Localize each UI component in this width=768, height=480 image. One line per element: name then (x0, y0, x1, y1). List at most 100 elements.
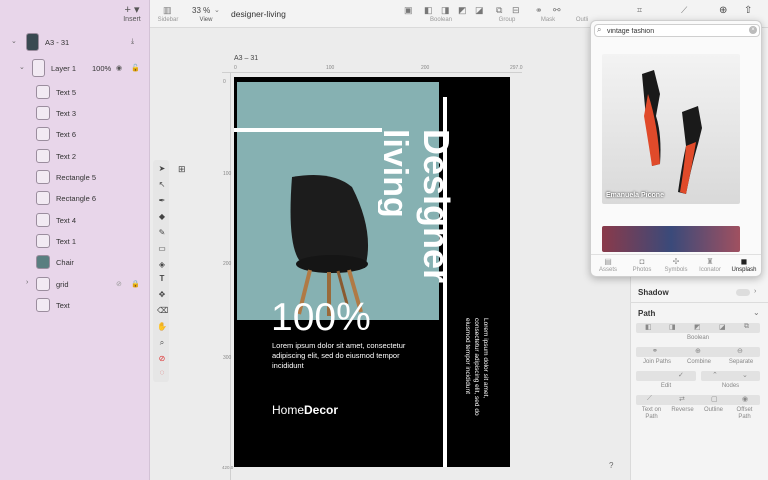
select-tool-icon[interactable]: ➤ (157, 164, 167, 173)
layer-row[interactable]: Text 1 (36, 231, 76, 251)
layer-row[interactable]: Text 6 (36, 124, 76, 144)
artboard-layer-name: A3 - 31 (45, 37, 70, 47)
sidebar-icon[interactable]: ▥ (163, 5, 172, 16)
fill-color-icon[interactable]: ⊘ (157, 354, 167, 363)
boolean-label: Boolean (429, 17, 453, 23)
text-layer-icon (36, 298, 50, 312)
tab-photos[interactable]: ◘ Photos (625, 257, 659, 273)
hidden-icon[interactable]: ⊘ (116, 280, 122, 288)
plugin-icon[interactable]: ⊕ (719, 5, 727, 16)
text-layer-icon (36, 149, 50, 163)
outline-icon[interactable]: ▢ (711, 395, 718, 403)
hand-tool-icon[interactable]: ✋ (157, 322, 167, 331)
chevron-right-icon[interactable]: › (754, 288, 756, 295)
tab-iconator[interactable]: ♜ Iconator (693, 257, 727, 273)
zoom-tool-icon[interactable]: ⌕ (157, 338, 167, 348)
artboard-label[interactable]: A3 – 31 (234, 55, 258, 62)
share-icon[interactable]: ⇧ (744, 5, 752, 16)
group-icon[interactable]: ⧉ (496, 5, 502, 16)
white-bar-horizontal[interactable] (234, 128, 382, 132)
layer-row[interactable]: Chair (36, 252, 74, 272)
reverse-icon[interactable]: ⇄ (679, 395, 685, 403)
chevron-down-icon[interactable]: ⌄ (19, 63, 25, 71)
move-tool-icon[interactable]: ✥ (157, 290, 167, 299)
node-tool-icon[interactable]: ◆ (157, 212, 167, 221)
xor-icon[interactable]: ◪ (719, 323, 726, 331)
layer-row[interactable]: Text 3 (36, 103, 76, 123)
fill-tool-icon[interactable]: ◈ (157, 260, 167, 269)
lock-icon[interactable]: 🔒 (131, 280, 140, 288)
edit-button[interactable] (636, 371, 696, 381)
tab-unsplash[interactable]: ◼ Unsplash (727, 257, 761, 273)
chevron-down-icon[interactable]: ⌄ (11, 37, 17, 45)
layer-row[interactable]: grid (36, 274, 69, 294)
chevron-down-icon[interactable]: ⌄ (753, 308, 760, 317)
title-line-2: living (378, 129, 414, 218)
layer-row[interactable]: Text 4 (36, 210, 76, 230)
pen-tool-icon[interactable]: ✒ (157, 196, 167, 205)
select-options-icon[interactable]: ⊞ (178, 164, 186, 175)
tab-label: Photos (632, 267, 652, 273)
nodes-buttons[interactable] (701, 371, 760, 381)
tab-assets[interactable]: ▤ Assets (591, 257, 625, 273)
artboard-layer[interactable]: A3 - 31 (26, 32, 69, 52)
node-icon[interactable]: ⌃ (712, 371, 718, 379)
layer-row[interactable]: Text 2 (36, 146, 76, 166)
wand-icon[interactable]: ⟋ (681, 5, 687, 16)
combine-icon[interactable]: ⊕ (695, 347, 701, 355)
insert-button[interactable]: + ▾ Insert (118, 5, 146, 24)
visibility-icon[interactable]: ◉ (116, 64, 122, 72)
help-button[interactable]: ? (609, 461, 613, 470)
union-icon[interactable]: ◧ (645, 323, 652, 331)
layer-row[interactable]: Text (36, 295, 70, 315)
offset-path-icon[interactable]: ◉ (742, 395, 748, 403)
clear-search-icon[interactable]: × (749, 26, 757, 34)
join-paths-icon[interactable]: ⚭ (652, 347, 658, 355)
subtract-icon[interactable]: ◨ (669, 323, 676, 331)
search-input[interactable] (607, 26, 747, 36)
separate-icon[interactable]: ⊖ (737, 347, 743, 355)
search-field[interactable]: ⌕ × (594, 24, 760, 37)
ruler-top: 0 100 200 297.0 (222, 64, 523, 73)
align-icon[interactable]: ▣ (404, 5, 413, 16)
photo-credit[interactable]: Emanuela Picone (606, 192, 664, 199)
union-icon[interactable]: ◧ (424, 5, 433, 16)
rectangle-tool-icon[interactable]: ▭ (157, 244, 167, 253)
body-text[interactable]: Lorem ipsum dolor sit amet, consectetur … (272, 341, 412, 371)
layer-row[interactable]: Rectangle 6 (36, 188, 96, 208)
insert-label: Insert (123, 16, 141, 23)
subtract-icon[interactable]: ◨ (441, 5, 450, 16)
chevron-down-icon[interactable]: ⌄ (214, 6, 220, 14)
vertical-body-group[interactable]: Lorem ipsum dolor sit amet, consectetur … (456, 318, 490, 428)
divide-icon[interactable]: ⧉ (744, 323, 749, 331)
intersect-icon[interactable]: ◩ (694, 323, 701, 331)
brush-tool-icon[interactable]: ✎ (157, 228, 167, 237)
crop-icon[interactable]: ⌗ (637, 5, 642, 16)
stroke-color-icon[interactable]: ◌ (157, 368, 167, 377)
shadow-toggle[interactable] (736, 289, 750, 296)
direct-select-icon[interactable]: ↖ (157, 180, 167, 189)
chevron-right-icon[interactable]: › (26, 279, 28, 286)
layer-1-row[interactable]: Layer 1 (32, 58, 76, 78)
brand-logo[interactable]: HomeDecor (272, 403, 338, 417)
eraser-tool-icon[interactable]: ⌫ (157, 306, 168, 315)
zoom-value[interactable]: 33 % (192, 6, 210, 15)
title-vertical-group[interactable]: Designer living (376, 125, 464, 300)
lock-icon[interactable]: 🔓 (131, 64, 140, 72)
tab-symbols[interactable]: ✣ Symbols (659, 257, 693, 273)
node-smooth-icon[interactable]: ⌄ (742, 371, 748, 379)
group-label: Group (498, 17, 516, 23)
layer-row[interactable]: Rectangle 5 (36, 167, 96, 187)
mask-icon[interactable]: ⚯ (553, 5, 561, 16)
text-on-path-icon[interactable]: ⟋ (647, 395, 652, 403)
ungroup-icon[interactable]: ⊟ (512, 5, 520, 16)
intersect-icon[interactable]: ◩ (458, 5, 467, 16)
text-tool-icon[interactable]: T (157, 274, 167, 283)
export-icon[interactable]: ⤓ (131, 38, 134, 46)
link-icon[interactable]: ⚭ (535, 5, 543, 16)
percent-heading[interactable]: 100% (271, 296, 371, 340)
unsplash-result-image[interactable]: Emanuela Picone (602, 54, 740, 204)
difference-icon[interactable]: ◪ (475, 5, 484, 16)
layer-row[interactable]: Text 5 (36, 82, 76, 102)
unsplash-result-image[interactable] (602, 226, 740, 252)
